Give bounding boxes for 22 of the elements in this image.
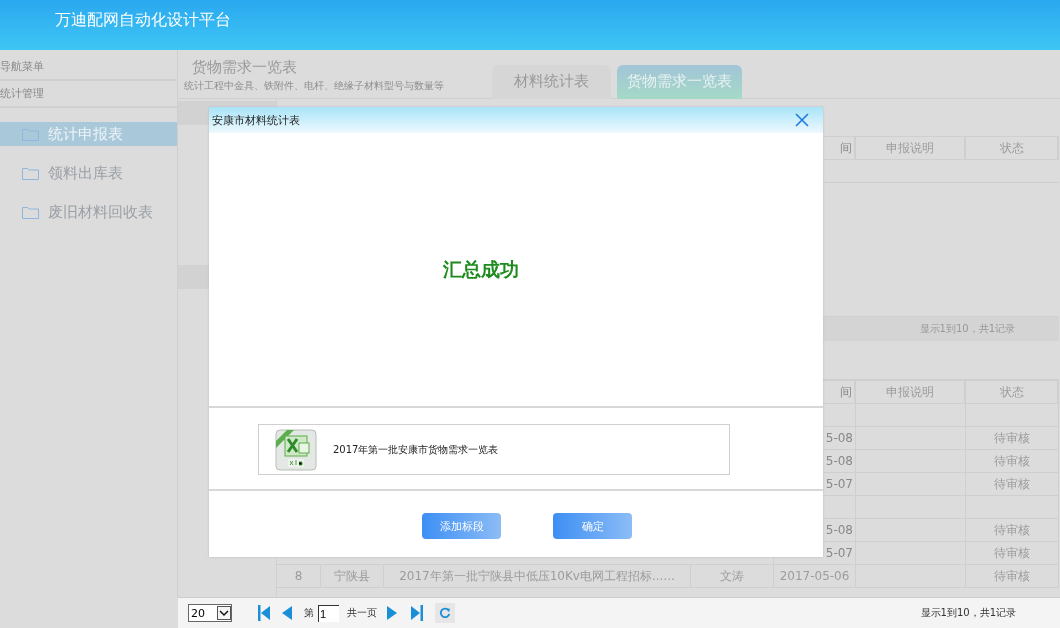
- table-cell: 待审核: [966, 450, 1059, 472]
- table-cell: 8: [277, 565, 321, 587]
- table-cell: 文涛: [691, 565, 774, 587]
- dialog-title: 安康市材料统计表: [212, 112, 300, 128]
- table-cell: 2017-05-06: [774, 565, 856, 587]
- column-header: 状态: [966, 137, 1059, 159]
- table-cell: 宁陕县: [321, 565, 384, 587]
- column-header: 申报说明: [856, 381, 966, 403]
- table-cell: 待审核: [966, 519, 1059, 541]
- column-header: 申报说明: [856, 137, 966, 159]
- table-cell: 待审核: [966, 565, 1059, 587]
- file-name: 2017年第一批安康市货物需求一览表: [333, 442, 499, 457]
- success-message: 汇总成功: [443, 256, 519, 282]
- table-cell: 待审核: [966, 542, 1059, 564]
- record-summary: 显示1到10，共1记录: [920, 606, 1016, 620]
- table-cell: 待审核: [966, 473, 1059, 495]
- page-label: 第: [304, 606, 314, 620]
- column-header: 状态: [966, 381, 1059, 403]
- app-title: 万迪配网自动化设计平台: [55, 9, 231, 31]
- sidebar-heading: 导航菜单: [0, 54, 177, 81]
- table-cell: 待审核: [966, 427, 1059, 449]
- page-total: 共一页: [347, 606, 377, 620]
